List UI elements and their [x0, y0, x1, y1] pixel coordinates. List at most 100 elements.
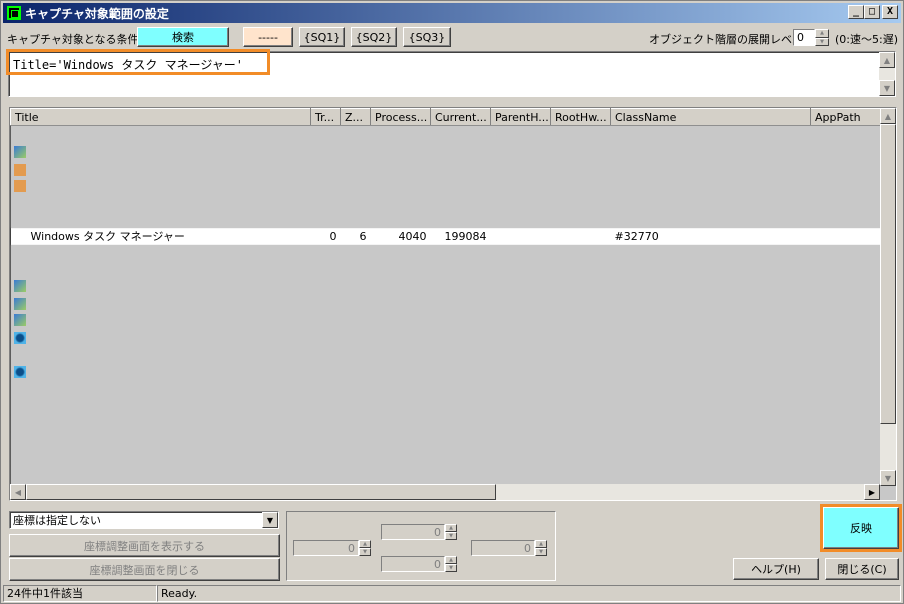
table-row[interactable] [10, 465, 881, 483]
table-row[interactable] [10, 159, 881, 177]
list-scroll-down-icon[interactable]: ▼ [880, 470, 896, 486]
help-button[interactable]: ヘルプ(H) [733, 558, 819, 580]
window-icon [14, 314, 26, 326]
maximize-button[interactable]: □ [864, 5, 880, 19]
table-row[interactable] [10, 295, 881, 313]
col-z[interactable]: Z... [340, 108, 371, 126]
cell-tr: 0 [310, 227, 341, 245]
col-root[interactable]: RootHw... [550, 108, 611, 126]
list-scroll-thumb[interactable] [880, 124, 896, 424]
condition-textarea[interactable]: Title='Windows タスク マネージャー' ▲ ▼ [6, 49, 896, 97]
table-row-selected[interactable]: Windows タスク マネージャー 0 6 4040 199084 #3277… [10, 227, 881, 245]
close-button[interactable]: X [882, 5, 898, 19]
folder-icon [14, 180, 26, 192]
window-list[interactable]: Title Tr... Z... Process... Current... P… [9, 107, 897, 501]
level-up-icon[interactable]: ▲ [815, 29, 829, 38]
status-state: Ready. [157, 585, 901, 602]
chevron-down-icon[interactable]: ▼ [262, 512, 278, 528]
window-icon [14, 280, 26, 292]
coord-left-stepper[interactable]: 0 ▲ ▼ [293, 540, 371, 556]
app-icon [7, 6, 21, 20]
cell-root [550, 227, 611, 245]
window-icon [14, 146, 26, 158]
col-tr[interactable]: Tr... [310, 108, 341, 126]
app-window-icon [14, 332, 26, 344]
col-parent[interactable]: ParentH... [490, 108, 551, 126]
cell-title: Windows タスク マネージャー [10, 227, 311, 245]
sq2-button[interactable]: {SQ2} [351, 27, 397, 47]
coord-top-stepper[interactable]: 0 ▲ ▼ [381, 524, 457, 540]
list-hscroll-thumb[interactable] [26, 484, 496, 500]
window-table: Title Tr... Z... Process... Current... P… [10, 108, 881, 500]
coord-right-input[interactable]: 0 [471, 540, 535, 556]
status-count: 24件中1件該当 [3, 585, 157, 602]
level-input[interactable]: 0 [793, 29, 815, 46]
table-row[interactable] [10, 261, 881, 279]
folder-icon [14, 164, 26, 176]
table-row[interactable] [10, 176, 881, 194]
col-classname[interactable]: ClassName [610, 108, 811, 126]
scroll-up-icon[interactable]: ▲ [879, 52, 895, 68]
coord-group: 0 ▲ ▼ 0 ▲ ▼ 0 ▲ ▼ 0 ▲ ▼ [286, 511, 556, 581]
cell-z: 6 [340, 227, 371, 245]
sq1-button[interactable]: {SQ1} [299, 27, 345, 47]
table-row[interactable] [10, 125, 881, 143]
capture-range-window: キャプチャ対象範囲の設定 _ □ X キャプチャ対象となる条件: 検索 ----… [0, 0, 904, 604]
table-row[interactable] [10, 397, 881, 415]
table-row[interactable] [10, 244, 881, 262]
condition-label: キャプチャ対象となる条件: [7, 33, 143, 46]
window-icon [14, 298, 26, 310]
list-scroll-right-icon[interactable]: ▶ [864, 484, 880, 500]
coord-top-input[interactable]: 0 [381, 524, 445, 540]
condition-text: Title='Windows タスク マネージャー' [13, 58, 243, 72]
coord-right-stepper[interactable]: 0 ▲ ▼ [471, 540, 547, 556]
list-scroll-up-icon[interactable]: ▲ [880, 108, 896, 124]
col-current[interactable]: Current... [430, 108, 491, 126]
table-row[interactable] [10, 142, 881, 160]
table-row[interactable] [10, 312, 881, 330]
coord-mode-value: 座標は指定しない [13, 514, 101, 527]
cell-parent [490, 227, 551, 245]
table-row[interactable] [10, 448, 881, 466]
table-row[interactable] [10, 414, 881, 432]
app-window-icon [14, 366, 26, 378]
list-scroll-left-icon[interactable]: ◀ [10, 484, 26, 500]
table-row[interactable] [10, 193, 881, 211]
table-row[interactable] [10, 329, 881, 347]
table-row[interactable] [10, 431, 881, 449]
close-coord-screen-button[interactable]: 座標調整画面を閉じる [9, 558, 280, 581]
title-bar: キャプチャ対象範囲の設定 _ □ X [3, 3, 901, 23]
table-row[interactable] [10, 380, 881, 398]
list-hscroll[interactable]: ◀ ▶ [10, 484, 880, 500]
cell-current: 199084 [430, 227, 491, 245]
list-vscroll[interactable]: ▲ ▼ [880, 108, 896, 486]
apply-button[interactable]: 反映 [820, 504, 902, 552]
level-down-icon[interactable]: ▼ [815, 37, 829, 46]
table-row[interactable] [10, 363, 881, 381]
coord-left-input[interactable]: 0 [293, 540, 359, 556]
minimize-button[interactable]: _ [848, 5, 864, 19]
table-header: Title Tr... Z... Process... Current... P… [10, 108, 881, 126]
clear-condition-button[interactable]: ----- [243, 27, 293, 47]
col-apppath[interactable]: AppPath [810, 108, 881, 126]
cell-apppath [810, 227, 881, 245]
cell-process: 4040 [370, 227, 431, 245]
col-process[interactable]: Process... [370, 108, 431, 126]
coord-bottom-stepper[interactable]: 0 ▲ ▼ [381, 556, 457, 572]
level-label: オブジェクト階層の展開レベル: [649, 33, 807, 46]
cell-classname: #32770 [610, 227, 811, 245]
table-row[interactable] [10, 346, 881, 364]
col-title[interactable]: Title [10, 108, 311, 126]
status-bar: 24件中1件該当 Ready. [3, 585, 901, 602]
coord-bottom-input[interactable]: 0 [381, 556, 445, 572]
close-dialog-button[interactable]: 閉じる(C) [825, 558, 899, 580]
level-stepper[interactable]: 0 ▲ ▼ [793, 29, 829, 46]
table-row[interactable] [10, 210, 881, 228]
coord-mode-select[interactable]: 座標は指定しない ▼ [9, 511, 279, 529]
scroll-down-icon[interactable]: ▼ [879, 80, 895, 96]
show-coord-screen-button[interactable]: 座標調整画面を表示する [9, 534, 280, 557]
search-button[interactable]: 検索 [137, 27, 229, 47]
sq3-button[interactable]: {SQ3} [403, 27, 451, 47]
window-title: キャプチャ対象範囲の設定 [25, 6, 169, 21]
table-row[interactable] [10, 278, 881, 296]
